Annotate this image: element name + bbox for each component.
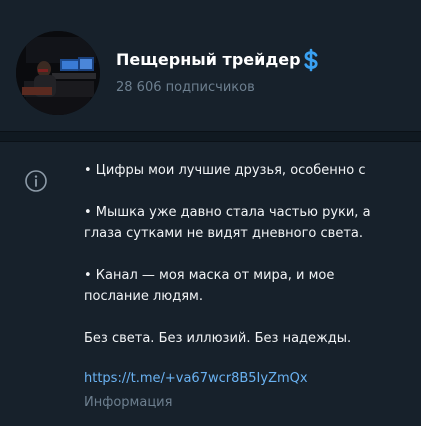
description-paragraph: • Цифры мои лучшие друзья, особенно с xyxy=(84,160,414,181)
description-paragraph: • Канал — моя маска от мира, и мое посла… xyxy=(84,265,414,307)
channel-title: Пещерный трейдер xyxy=(116,50,301,69)
channel-description: • Цифры мои лучшие друзья, особенно с • … xyxy=(84,160,414,349)
info-circle-icon xyxy=(25,170,47,192)
invite-link[interactable]: https://t.me/+va67wcr8B5IyZmQx xyxy=(84,371,308,386)
description-line: глаза сутками не видят дневного света. xyxy=(84,226,363,241)
dollar-badge-icon xyxy=(304,48,318,72)
channel-header: Пещерный трейдер 28 606 подписчиков xyxy=(0,0,421,130)
subscriber-count: 28 606 подписчиков xyxy=(116,80,255,95)
info-label: Информация xyxy=(84,395,173,410)
description-paragraph: • Мышка уже давно стала частью руки, а г… xyxy=(84,202,414,244)
avatar-image xyxy=(16,31,100,115)
channel-avatar[interactable] xyxy=(16,31,100,115)
description-line: • Цифры мои лучшие друзья, особенно с xyxy=(84,163,366,178)
description-line: послание людям. xyxy=(84,289,203,304)
description-line: Без света. Без иллюзий. Без надежды. xyxy=(84,331,352,346)
description-paragraph: Без света. Без иллюзий. Без надежды. xyxy=(84,328,414,349)
description-line: • Канал — моя маска от мира, и мое xyxy=(84,268,335,283)
description-line: • Мышка уже давно стала частью руки, а xyxy=(84,205,371,220)
section-divider xyxy=(0,131,421,142)
